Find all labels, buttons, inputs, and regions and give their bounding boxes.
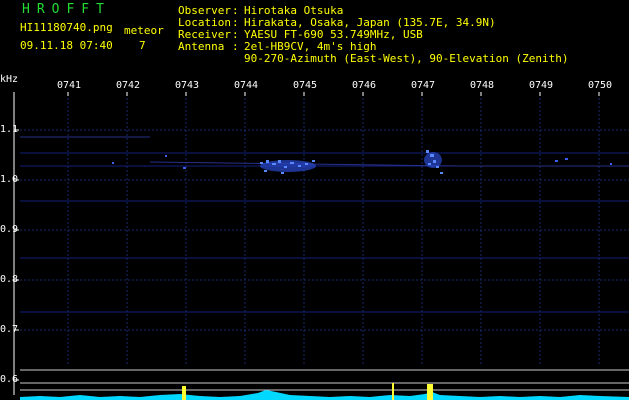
grid-lines — [20, 94, 629, 365]
background-noise-bands — [20, 152, 629, 313]
reference-carrier-lines — [20, 136, 629, 167]
spectrum-baseline — [20, 390, 629, 400]
meteor-echo-2 — [424, 150, 443, 174]
frequency-marker-lines — [20, 369, 629, 391]
meteor-echo-1 — [260, 160, 316, 174]
spectrogram-plot — [13, 92, 629, 400]
